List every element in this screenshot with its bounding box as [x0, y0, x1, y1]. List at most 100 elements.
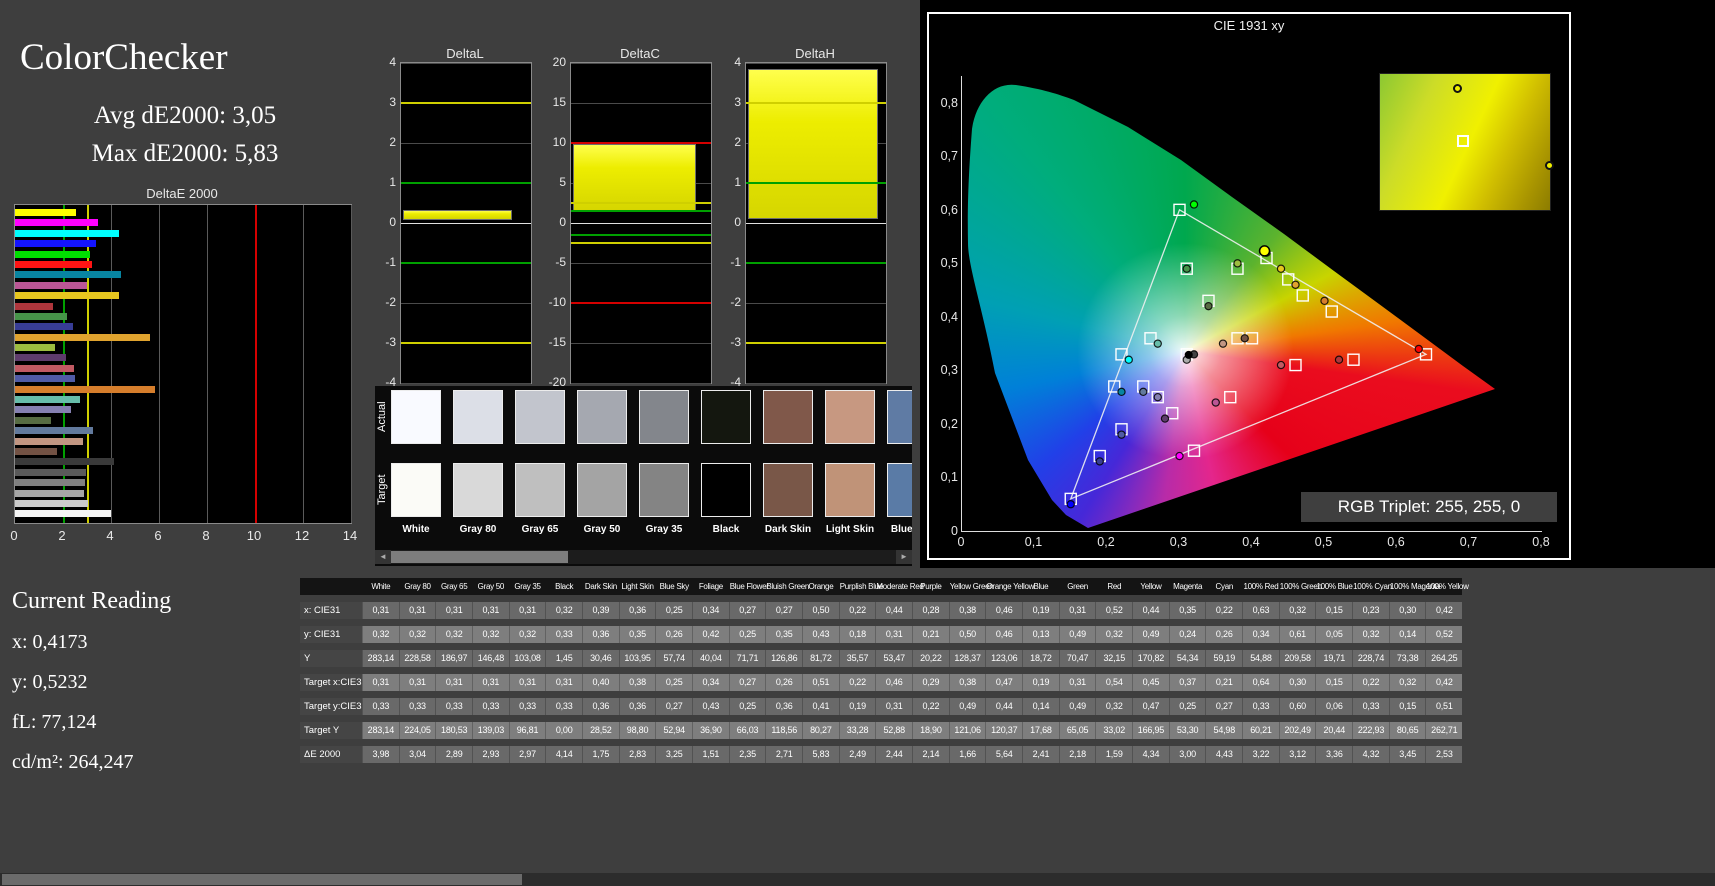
column-header-100-yellow: 100% Yellow: [1426, 582, 1469, 591]
gridline: [571, 223, 711, 224]
column-header-yellow: Yellow: [1140, 582, 1162, 591]
measured-marker: [1153, 392, 1162, 402]
target-marker: [1325, 305, 1338, 318]
table-cell: 2,14: [912, 746, 949, 763]
table-cell: 0,27: [728, 602, 766, 619]
deltae-x-tick: 0: [10, 528, 18, 543]
gridline: [401, 223, 531, 224]
deltae-bar-black: [15, 458, 115, 466]
swatch-actual-white[interactable]: [391, 390, 441, 444]
table-cell: 0,37: [1168, 674, 1206, 691]
table-cell: 0,30: [1278, 674, 1316, 691]
swatch-label: Gray 65: [521, 524, 559, 535]
swatch-target-gray-65[interactable]: [515, 463, 565, 517]
swatch-actual-gray-50[interactable]: [577, 390, 627, 444]
row-label: y: CIE31: [300, 626, 362, 643]
swatch-actual-black[interactable]: [701, 390, 751, 444]
table-cell: 0,19: [1022, 674, 1059, 691]
swatch-target-gray-35[interactable]: [639, 463, 689, 517]
table-cell: 0,36: [765, 698, 802, 715]
table-cell: 0,38: [618, 674, 656, 691]
deltae-bar-orange: [15, 385, 155, 393]
swatch-actual-dark-skin[interactable]: [763, 390, 813, 444]
row-label: ΔE 2000: [300, 746, 362, 763]
cie-y-tick: 0,7: [940, 149, 958, 164]
y-tick: 3: [734, 95, 741, 109]
scroll-right-button[interactable]: ►: [896, 550, 912, 564]
data-table: White Gray 80 Gray 65 Gray 50 Gray 35 Black Da…: [300, 578, 1469, 770]
table-cell: 0,32: [545, 602, 582, 619]
table-cell: 0,36: [618, 698, 656, 715]
table-cell: 0,32: [1352, 626, 1389, 643]
table-cell: 0,43: [692, 698, 729, 715]
table-cell: 2,18: [1058, 746, 1096, 763]
ref-line: [401, 342, 531, 344]
swatch-target-gray-50[interactable]: [577, 463, 627, 517]
table-cell: 60,21: [1242, 722, 1279, 739]
table-cell: 36,90: [692, 722, 729, 739]
table-cell: 3,22: [1242, 746, 1279, 763]
measured-marker: [1204, 301, 1213, 311]
swatch-actual-light-skin[interactable]: [825, 390, 875, 444]
ref-line: [571, 210, 711, 212]
table-cell: 0,63: [1242, 602, 1279, 619]
deltae-bar-red: [15, 302, 54, 310]
table-cell: 0,49: [1058, 698, 1096, 715]
y-tick: -15: [548, 335, 566, 349]
column-header-dark-skin: Dark Skin: [584, 582, 617, 591]
table-cell: 54,88: [1242, 650, 1279, 667]
table-cell: 0,25: [728, 626, 766, 643]
table-cell: 222,93: [1352, 722, 1389, 739]
swatch-target-blue-sky[interactable]: [887, 463, 912, 517]
table-cell: 0,22: [838, 674, 876, 691]
swatch-target-gray-80[interactable]: [453, 463, 503, 517]
deltae-x-tick: 10: [246, 528, 262, 543]
cie-y-tick: 0,3: [940, 363, 958, 378]
swatch-target-black[interactable]: [701, 463, 751, 517]
table-cell: 0,25: [655, 602, 692, 619]
table-cell: 0,33: [472, 698, 509, 715]
table-cell: 0,49: [1058, 626, 1096, 643]
table-cell: 0,32: [508, 626, 546, 643]
gridline: [746, 63, 886, 64]
deltae-bar-100-yellow: [15, 209, 76, 216]
swatch-target-dark-skin[interactable]: [763, 463, 813, 517]
table-cell: 0,33: [545, 626, 582, 643]
target-marker: [1296, 289, 1309, 302]
table-cell: 0,29: [912, 674, 949, 691]
swatch-actual-blue-sky[interactable]: [887, 390, 912, 444]
swatch-scrollbar[interactable]: ◄ ►: [375, 550, 912, 564]
column-header-cyan: Cyan: [1215, 582, 1234, 591]
table-cell: 0,32: [1278, 602, 1316, 619]
table-cell: 0,42: [1425, 602, 1462, 619]
measured-marker: [1276, 360, 1286, 370]
column-header-blue: Blue: [1033, 582, 1049, 591]
chart-title: DeltaC: [620, 46, 660, 61]
table-cell: 0,31: [435, 674, 472, 691]
swatch-scrollbar-track[interactable]: [391, 550, 896, 564]
error-range-bar: [748, 69, 879, 219]
y-tick: -1: [385, 255, 396, 269]
swatch-column-light-skin: Light Skin: [825, 390, 875, 540]
cie-y-tick: 0,6: [940, 202, 958, 217]
deltae-bar-yellow-green: [15, 344, 55, 352]
bottom-scrollbar-thumb[interactable]: [2, 874, 522, 885]
cie-y-tick: 0: [951, 524, 958, 538]
swatch-actual-gray-80[interactable]: [453, 390, 503, 444]
column-header-light-skin: Light Skin: [621, 582, 654, 591]
table-cell: 128,37: [948, 650, 986, 667]
table-cell: 1,51: [692, 746, 729, 763]
scroll-left-button[interactable]: ◄: [375, 550, 391, 564]
table-cell: 0,33: [545, 698, 582, 715]
y-tick: 1: [389, 175, 396, 189]
table-cell: 0,35: [618, 626, 656, 643]
swatch-actual-gray-35[interactable]: [639, 390, 689, 444]
deltae-x-tick: 14: [342, 528, 358, 543]
bottom-scrollbar[interactable]: [0, 873, 1715, 886]
table-cell: 2,44: [875, 746, 912, 763]
swatch-target-white[interactable]: [391, 463, 441, 517]
swatch-actual-gray-65[interactable]: [515, 390, 565, 444]
table-header: White Gray 80 Gray 65 Gray 50 Gray 35 Black Da…: [300, 578, 1469, 595]
swatch-scrollbar-thumb[interactable]: [391, 551, 568, 563]
swatch-target-light-skin[interactable]: [825, 463, 875, 517]
